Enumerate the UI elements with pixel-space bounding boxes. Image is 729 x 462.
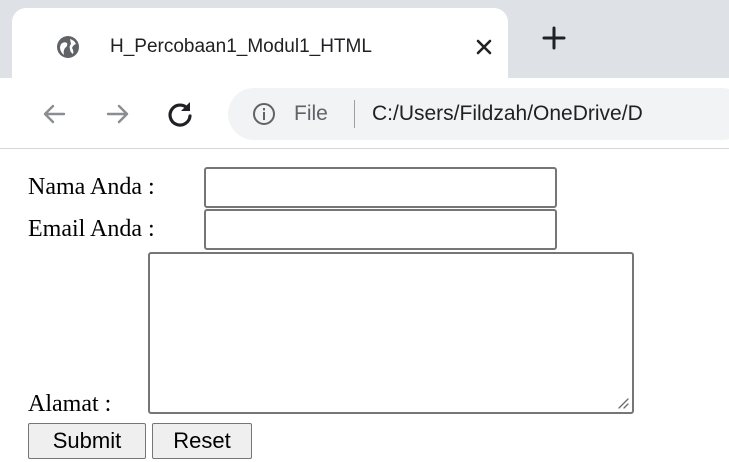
tab-title: H_Percobaan1_Modul1_HTML <box>110 36 372 57</box>
email-label: Email Anda : <box>28 216 155 242</box>
new-tab-button[interactable] <box>538 22 570 54</box>
name-input[interactable] <box>204 167 557 208</box>
url-text[interactable]: C:/Users/Fildzah/OneDrive/D <box>372 98 643 130</box>
globe-icon <box>57 36 79 58</box>
submit-button[interactable]: Submit <box>28 423 146 459</box>
back-button[interactable] <box>38 98 70 130</box>
close-icon[interactable] <box>474 37 494 57</box>
browser-toolbar: File C:/Users/Fildzah/OneDrive/D <box>0 78 729 148</box>
url-separator <box>354 100 355 128</box>
address-label: Alamat : <box>28 391 112 417</box>
address-textarea[interactable] <box>148 252 634 414</box>
arrow-right-icon <box>106 104 129 124</box>
address-bar[interactable]: File C:/Users/Fildzah/OneDrive/D <box>228 88 729 140</box>
reset-button[interactable]: Reset <box>152 423 252 459</box>
forward-button[interactable] <box>102 98 134 130</box>
tab-strip: H_Percobaan1_Modul1_HTML <box>0 0 729 78</box>
page-content: Nama Anda : Email Anda : Alamat : Submit… <box>0 149 729 462</box>
browser-tab[interactable]: H_Percobaan1_Modul1_HTML <box>12 8 508 78</box>
info-icon[interactable] <box>252 102 276 126</box>
plus-icon <box>542 26 566 50</box>
name-label: Nama Anda : <box>28 174 155 200</box>
resize-grip-icon[interactable] <box>615 395 629 409</box>
email-input[interactable] <box>204 209 557 250</box>
arrow-left-icon <box>43 104 66 124</box>
url-scheme-label: File <box>294 102 328 125</box>
reload-button[interactable] <box>164 98 196 130</box>
